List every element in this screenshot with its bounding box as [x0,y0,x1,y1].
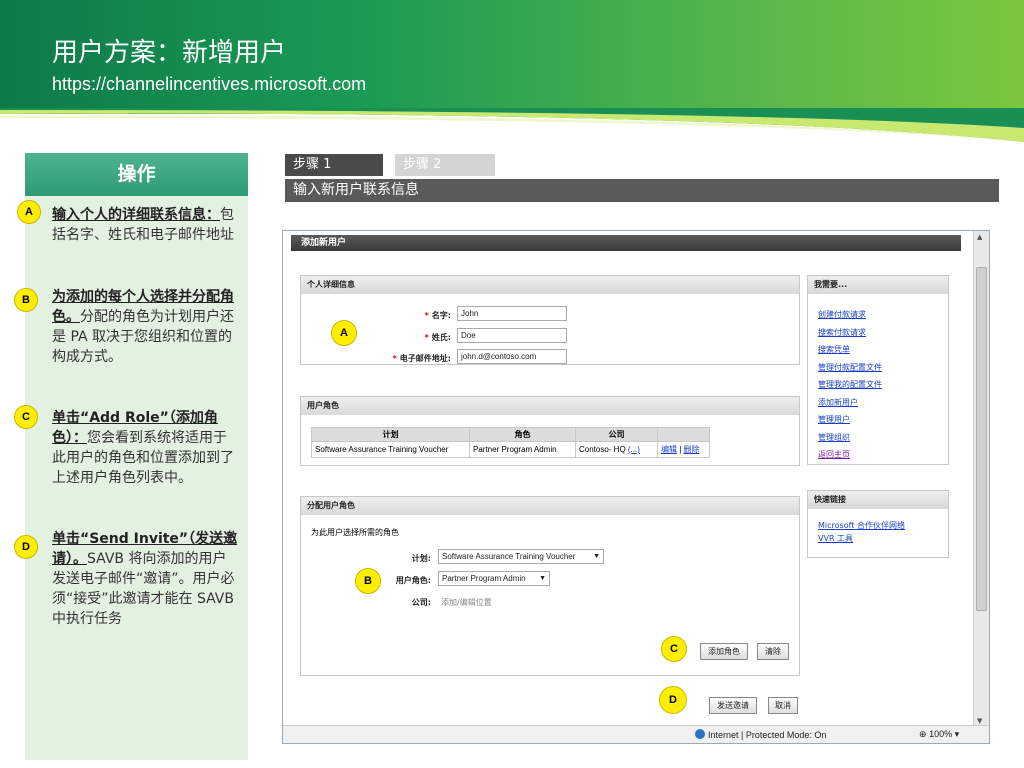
user-roles-heading: 用户角色 [301,397,799,415]
column-actions [657,427,710,442]
badge-c: C [14,405,38,429]
i-need-links: 创建付款请求 搜索付款请求 搜索凭单 管理付款配置文件 管理我的配置文件 添加新… [818,306,882,464]
column-company: 公司 [575,427,658,442]
i-need-heading: 我需要... [808,276,948,294]
user-role-label: 用户角色: [395,576,431,585]
cell-role: Partner Program Admin [469,441,576,458]
screen-badge-b: B [355,568,381,594]
manage-organization-link[interactable]: 管理组织 [818,433,850,442]
email-label: * 电子邮件地址: [392,354,451,363]
actions-panel: 操作 输入个人的详细联系信息：包括名字、姓氏和电子邮件地址 为添加的每个人选择并… [25,153,248,760]
step-1-tab: 步骤 1 [285,154,383,176]
assign-roles-heading: 分配用户角色 [301,497,799,515]
screen-badge-c: C [661,636,687,662]
browser-status-bar: Internet | Protected Mode: On ⊕ 100% ▾ [283,725,989,743]
slide-url: https://channelincentives.microsoft.com [52,74,367,94]
actions-heading: 操作 [25,153,248,196]
security-zone: Internet | Protected Mode: On [695,729,826,740]
last-name-field[interactable]: Doe [457,328,567,343]
step-bar: 输入新用户联系信息 [285,179,999,202]
i-need-panel: 我需要... 创建付款请求 搜索付款请求 搜索凭单 管理付款配置文件 管理我的配… [807,275,949,465]
quick-links-panel: 快速链接 Microsoft 合作伙伴网络 VVR 工具 [807,490,949,558]
chevron-down-icon: ▼ [593,553,600,560]
user-roles-table: 计划 角色 公司 Software Assurance Training Vou… [311,427,710,458]
plan-label: 计划: [411,554,431,563]
search-payment-request-link[interactable]: 搜索付款请求 [818,328,866,337]
action-item-a: 输入个人的详细联系信息：包括名字、姓氏和电子邮件地址 [52,205,238,245]
first-name-label: * 名字: [424,311,451,320]
globe-icon [695,729,705,739]
action-b-text: 分配的角色为计划用户还是 PA 取决于您组织和位置的构成方式。 [52,309,234,365]
badge-d: D [14,535,38,559]
cell-company: Contoso- HQ (...) [575,441,658,458]
email-field[interactable]: john.d@contoso.com [457,349,567,364]
scroll-down-icon[interactable]: ▼ [977,717,982,725]
create-payment-request-link[interactable]: 创建付款请求 [818,310,866,319]
personal-details-panel: 个人详细信息 * 名字: John * 姓氏: Doe * 电子邮件地址: john.… [300,275,800,365]
add-new-user-link[interactable]: 添加新用户 [818,398,858,407]
screen-badge-a: A [331,320,357,346]
scroll-up-icon[interactable]: ▲ [977,233,982,241]
add-role-button[interactable]: 添加角色 [700,643,748,660]
page-title: 添加新用户 [291,235,961,251]
vertical-scrollbar[interactable]: ▲ ▼ [973,231,989,727]
user-roles-panel: 用户角色 计划 角色 公司 Software Assurance Trainin… [300,396,800,466]
edit-link[interactable]: 编辑 [661,445,677,454]
action-item-d: 单击“Send Invite”（发送邀请）。SAVB 将向添加的用户发送电子邮件… [52,529,238,629]
company-more-link[interactable]: (...) [628,445,640,454]
table-header-row: 计划 角色 公司 [311,427,710,442]
scrollbar-thumb[interactable] [976,267,987,611]
clear-button[interactable]: 清除 [757,643,789,660]
cancel-button[interactable]: 取消 [768,697,798,714]
browser-screenshot: 添加新用户 个人详细信息 * 名字: John * 姓氏: Doe * 电子邮件地址:… [282,230,990,744]
slide-title: 用户方案：新增用户 [52,38,287,68]
plan-select[interactable]: Software Assurance Training Voucher ▼ [438,549,604,564]
banner-swoosh [0,108,1024,142]
search-voucher-link[interactable]: 搜索凭单 [818,345,850,354]
action-item-b: 为添加的每个人选择并分配角色。分配的角色为计划用户还是 PA 取决于您组织和位置… [52,287,238,367]
action-item-c: 单击“Add Role”（添加角色）：您会看到系统将适用于此用户的角色和位置添加… [52,408,238,488]
chevron-down-icon: ▼ [539,575,546,582]
column-role: 角色 [469,427,576,442]
assign-instruction: 为此用户选择所需的角色 [311,528,399,537]
step-2-tab: 步骤 2 [395,154,495,176]
cell-plan: Software Assurance Training Voucher [311,441,470,458]
badge-b: B [14,288,38,312]
manage-payment-profile-link[interactable]: 管理付款配置文件 [818,363,882,372]
manage-my-profile-link[interactable]: 管理我的配置文件 [818,380,882,389]
company-location-link[interactable]: 添加/编辑位置 [441,597,492,608]
quick-links-heading: 快速链接 [808,491,948,509]
table-row: Software Assurance Training Voucher Part… [311,441,710,458]
company-label: 公司: [411,598,431,607]
badge-a: A [17,200,41,224]
vvr-tools-link[interactable]: VVR 工具 [818,534,853,543]
column-plan: 计划 [311,427,470,442]
magnifier-icon: ⊕ [919,729,927,739]
screen-badge-d: D [659,686,687,714]
link-separator: | [679,445,682,454]
manage-users-link[interactable]: 管理用户 [818,415,850,424]
cell-actions: 编辑 | 删除 [657,441,710,458]
return-home-link[interactable]: 返回主页 [818,450,850,459]
send-invite-button[interactable]: 发送邀请 [709,697,757,714]
slide: 用户方案：新增用户 https://channelincentives.micr… [0,0,1024,768]
quick-links-list: Microsoft 合作伙伴网络 VVR 工具 [818,519,905,545]
first-name-field[interactable]: John [457,306,567,321]
personal-details-heading: 个人详细信息 [301,276,799,294]
delete-link[interactable]: 删除 [684,445,700,454]
zoom-level[interactable]: ⊕ 100% ▾ [919,729,959,740]
microsoft-partner-network-link[interactable]: Microsoft 合作伙伴网络 [818,521,905,530]
user-role-select[interactable]: Partner Program Admin ▼ [438,571,550,586]
action-a-lead: 输入个人的详细联系信息： [52,207,220,223]
